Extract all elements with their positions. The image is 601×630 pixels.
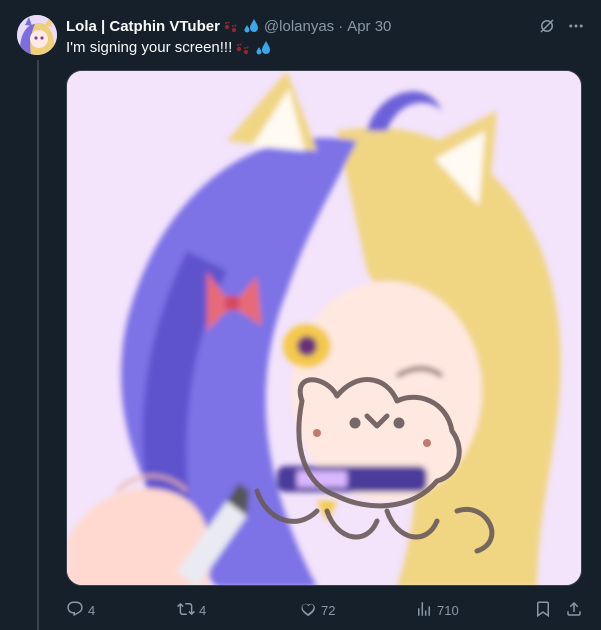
bookmark-icon [534,600,552,621]
tweet-date[interactable]: Apr 30 [347,18,391,35]
like-count: 72 [321,602,336,618]
like-icon [299,600,317,621]
tweet-media-image[interactable] [66,70,582,586]
tweet-card[interactable]: Lola | Catphin VTuber @lolanyas · Apr 30… [0,0,601,630]
tweet-text: I'm signing your screen!!! [66,38,272,58]
views-button[interactable]: 710 [415,598,459,622]
reply-button[interactable]: 4 [66,598,95,622]
share-button[interactable] [565,598,583,622]
paw-prints-emoji [235,40,251,56]
author-name[interactable]: Lola | Catphin VTuber [66,18,220,35]
repost-button[interactable]: 4 [177,598,206,622]
tweet-actions: 4 4 72 710 [66,598,586,622]
more-icon[interactable] [565,15,587,37]
views-icon [415,600,433,621]
reply-count: 4 [88,602,96,618]
reply-icon [66,600,84,621]
like-button[interactable]: 72 [299,598,335,622]
sweat-droplets-emoji [242,18,260,34]
repost-icon [177,600,195,621]
avatar[interactable] [17,15,57,55]
tweet-header: Lola | Catphin VTuber @lolanyas · Apr 30 [66,15,391,37]
bookmark-button[interactable] [534,598,552,622]
separator-dot: · [338,17,344,35]
paw-prints-emoji [223,18,239,34]
thread-line [37,60,39,630]
share-icon [565,600,583,621]
grok-icon[interactable] [536,15,558,37]
sweat-droplets-emoji [254,40,272,56]
repost-count: 4 [199,602,207,618]
author-handle[interactable]: @lolanyas [264,18,334,35]
views-count: 710 [437,602,459,618]
tweet-text-content: I'm signing your screen!!! [66,39,233,56]
